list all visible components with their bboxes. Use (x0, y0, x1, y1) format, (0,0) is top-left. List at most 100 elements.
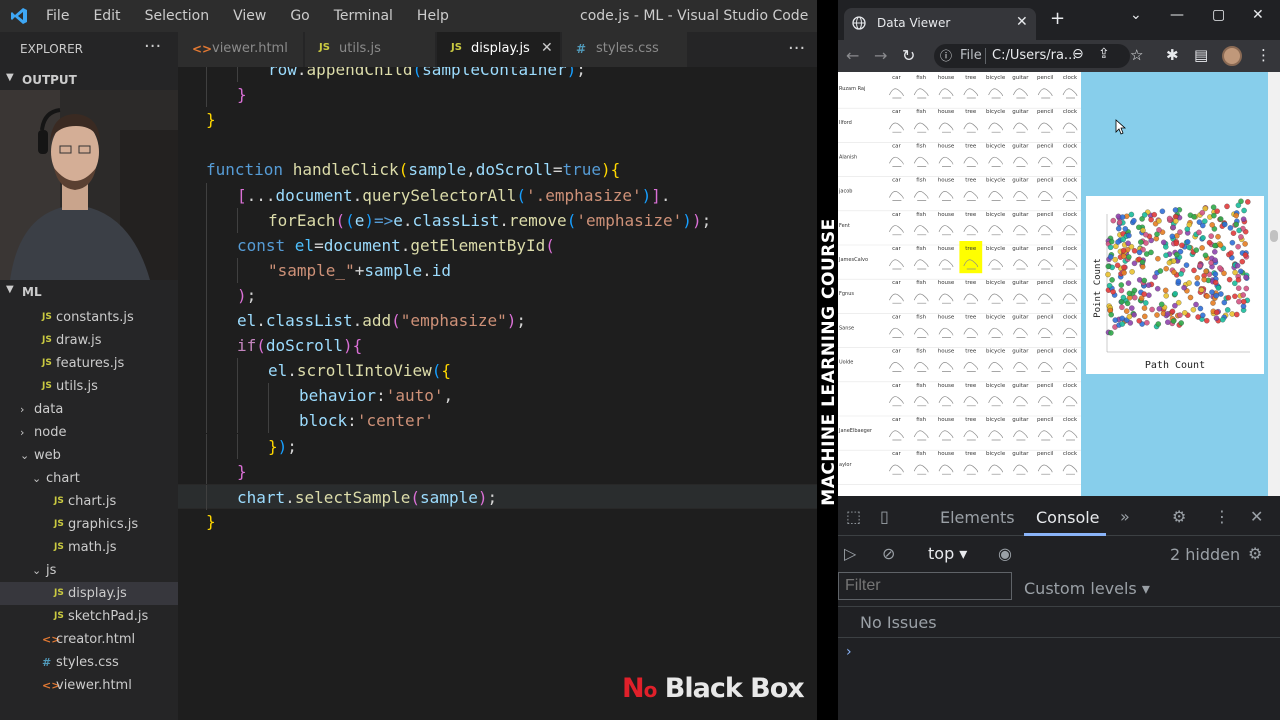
output-section-header[interactable]: ▼ OUTPUT (0, 70, 178, 90)
indent-guide (206, 433, 207, 459)
tab-elements[interactable]: Elements (940, 508, 1015, 527)
data-viewer-page[interactable]: Ruzam Raj car fish house tree bicycle guitar pe… (838, 72, 1268, 496)
bookmark-star-icon[interactable]: ☆ (1130, 46, 1143, 64)
console-filter-input[interactable] (838, 572, 1012, 600)
chart-point (1186, 221, 1193, 228)
browser-tab-data-viewer[interactable]: Data Viewer ✕ (844, 8, 1036, 40)
code-line[interactable]: "sample_"+sample.id (178, 257, 817, 283)
issues-bar[interactable]: No Issues (838, 606, 1280, 638)
code-line[interactable]: } (178, 509, 817, 534)
code-line[interactable]: ); (178, 282, 817, 308)
menu-file[interactable]: File (46, 8, 69, 24)
tree-item-sketchPad-js[interactable]: JS sketchPad.js (0, 605, 178, 628)
log-levels-dropdown[interactable]: Custom levels ▾ (1024, 579, 1150, 598)
code-line[interactable]: row.appendChild(sampleContainer); (178, 67, 817, 82)
share-icon[interactable]: ⇪ (1098, 46, 1110, 62)
code-line[interactable]: block:'center' (178, 408, 817, 434)
console-prompt-icon[interactable]: › (846, 644, 852, 660)
context-selector[interactable]: top ▾ (928, 544, 967, 563)
sidebar-toggle-icon[interactable]: ▷ (844, 544, 856, 563)
sample-label: house (938, 246, 955, 252)
tree-item-creator-html[interactable]: <> creator.html (0, 628, 178, 651)
tab-viewer-html[interactable]: <> viewer.html (178, 32, 304, 67)
tree-item-web[interactable]: ⌄ web (0, 444, 178, 467)
tab-display-js[interactable]: JS display.js ✕ (437, 32, 561, 67)
maximize-icon[interactable]: ▢ (1212, 7, 1225, 23)
ml-section-header[interactable]: ▼ ML (0, 282, 178, 302)
code-line[interactable]: el.classList.add("emphasize"); (178, 308, 817, 333)
reload-icon[interactable]: ↻ (902, 46, 915, 65)
code-line[interactable]: behavior:'auto', (178, 383, 817, 409)
tab-utils-js[interactable]: JS utils.js (305, 32, 436, 67)
info-icon[interactable]: ⓘ (940, 47, 952, 64)
console-settings-gear-icon[interactable]: ⚙ (1248, 544, 1262, 563)
device-toolbar-icon[interactable]: ▯ (880, 507, 889, 526)
code-line[interactable]: } (178, 82, 817, 108)
close-window-icon[interactable]: ✕ (1252, 7, 1264, 23)
tree-item-node[interactable]: › node (0, 421, 178, 444)
tree-item-viewer-html[interactable]: <> viewer.html (0, 674, 178, 697)
profile-avatar[interactable] (1222, 46, 1242, 66)
tab-styles-css[interactable]: # styles.css (562, 32, 688, 67)
code-line[interactable]: el.scrollIntoView({ (178, 358, 817, 384)
tree-item-styles-css[interactable]: # styles.css (0, 651, 178, 674)
menu-terminal[interactable]: Terminal (334, 8, 393, 24)
tree-item-draw-js[interactable]: JS draw.js (0, 329, 178, 352)
zoom-icon[interactable]: ⊖ (1072, 46, 1084, 62)
tabs-more-button[interactable]: ··· (788, 38, 805, 59)
chrome-menu-icon[interactable]: ⋮ (1256, 46, 1271, 64)
code-line[interactable]: } (178, 458, 817, 484)
menu-edit[interactable]: Edit (93, 8, 120, 24)
code-line[interactable]: const el=document.getElementById( (178, 232, 817, 258)
code-line[interactable]: }); (178, 433, 817, 459)
more-options-icon[interactable]: ⋮ (1214, 507, 1230, 526)
settings-gear-icon[interactable]: ⚙ (1172, 507, 1186, 526)
extensions-icon[interactable]: ✱ (1166, 46, 1179, 64)
minimize-icon[interactable]: — (1170, 7, 1184, 23)
eye-icon[interactable]: ◉ (998, 544, 1012, 563)
menu-help[interactable]: Help (417, 8, 449, 24)
menu-view[interactable]: View (233, 8, 266, 24)
code-line[interactable]: if(doScroll){ (178, 333, 817, 359)
tab-search-icon[interactable]: ⌄ (1130, 7, 1142, 23)
tree-item-display-js[interactable]: JS display.js (0, 582, 178, 605)
scrollbar-thumb[interactable] (1270, 230, 1278, 242)
code-line[interactable]: } (178, 107, 817, 132)
tab-console[interactable]: Console (1036, 508, 1100, 527)
explorer-more-button[interactable]: ··· (144, 36, 161, 57)
tree-item-features-js[interactable]: JS features.js (0, 352, 178, 375)
row-user-name: jacob (838, 189, 852, 195)
side-panel-icon[interactable]: ▤ (1194, 46, 1208, 64)
address-bar[interactable]: ⓘ File C:/Users/ra... ⊖ ⇪ (934, 44, 1130, 68)
page-scrollbar[interactable] (1268, 72, 1280, 496)
sample-label: fish (916, 212, 926, 218)
code-line[interactable]: forEach((e)=>e.classList.remove('emphasi… (178, 207, 817, 233)
tree-item-graphics-js[interactable]: JS graphics.js (0, 513, 178, 536)
menu-selection[interactable]: Selection (145, 8, 210, 24)
chart-point (1212, 249, 1218, 255)
tree-item-data[interactable]: › data (0, 398, 178, 421)
tab-label: display.js (471, 41, 530, 56)
code-editor[interactable]: row.appendChild(sampleContainer);}} funct… (178, 67, 817, 720)
tree-item-chart[interactable]: ⌄ chart (0, 467, 178, 490)
clear-console-icon[interactable]: ⊘ (882, 544, 895, 563)
new-tab-button[interactable]: + (1050, 8, 1065, 29)
code-text: forEach((e)=>e.classList.remove('emphasi… (268, 208, 711, 233)
tree-item-chart-js[interactable]: JS chart.js (0, 490, 178, 513)
close-devtools-icon[interactable]: ✕ (1250, 507, 1263, 526)
code-line[interactable]: [...document.querySelectorAll('.emphasiz… (178, 182, 817, 208)
code-line[interactable] (178, 132, 817, 157)
tree-item-math-js[interactable]: JS math.js (0, 536, 178, 559)
code-line[interactable]: function handleClick(sample,doScroll=tru… (178, 157, 817, 182)
more-tabs-icon[interactable]: » (1120, 507, 1130, 526)
forward-icon[interactable]: → (874, 46, 887, 65)
tree-item-constants-js[interactable]: JS constants.js (0, 306, 178, 329)
close-tab-icon[interactable]: ✕ (1016, 14, 1028, 30)
code-line[interactable]: chart.selectSample(sample); (178, 483, 817, 510)
inspect-icon[interactable]: ⬚ (846, 507, 861, 526)
back-icon[interactable]: ← (846, 46, 859, 65)
tree-item-utils-js[interactable]: JS utils.js (0, 375, 178, 398)
tree-item-js[interactable]: ⌄ js (0, 559, 178, 582)
close-icon[interactable]: ✕ (541, 40, 553, 56)
menu-go[interactable]: Go (290, 8, 309, 24)
